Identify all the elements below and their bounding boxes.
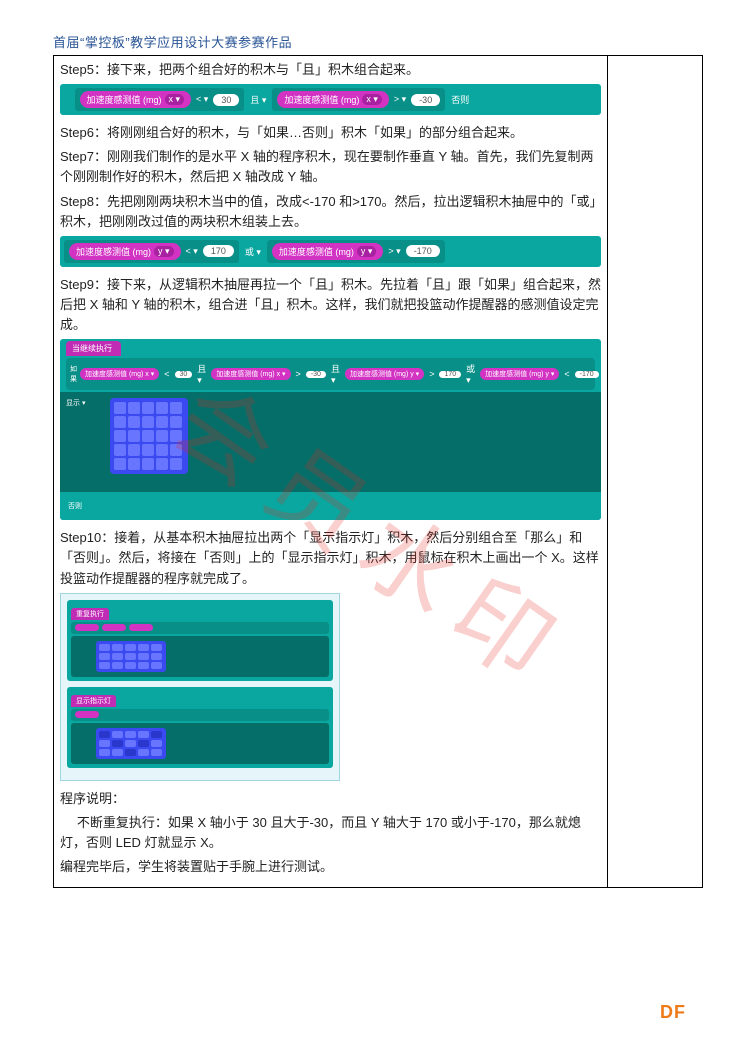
explain-end: 编程完毕后，学生将装置贴于手腕上进行测试。 — [60, 857, 601, 877]
explain-title: 程序说明： — [60, 789, 601, 809]
led-matrix — [110, 398, 188, 474]
loop-header: 当继续执行 — [66, 341, 121, 356]
step5-text: Step5：接下来，把两个组合好的积木与「且」积木组合起来。 — [60, 60, 601, 80]
else-label: 否则 — [449, 93, 471, 106]
val-neg170: -170 — [406, 245, 440, 257]
op-or: 或 ▾ — [243, 245, 263, 258]
step9-text: Step9：接下来，从逻辑积木抽屉再拉一个「且」积木。先拉着「且」跟「如果」组合… — [60, 275, 601, 335]
step6-text: Step6：将刚刚组合好的积木，与「如果…否则」积木「如果」的部分组合起来。 — [60, 123, 601, 143]
explain-body: 不断重复执行：如果 X 轴小于 30 且大于-30，而且 Y 轴大于 170 或… — [60, 813, 601, 853]
code-block-1: 加速度感测值 (mg) x ▾ < ▾ 30 且 ▾ 加速度感测值 (mg) x… — [60, 84, 601, 115]
led-panel-off — [96, 641, 166, 672]
code-block-3: 当继续执行 如果 加速度感测值 (mg) x ▾ < 30 且 ▾ 加速度感测值… — [60, 339, 601, 520]
code-block-4: 重复执行 显示指示灯 — [60, 593, 340, 781]
page-header: 首届“掌控板”教学应用设计大赛参赛作品 — [53, 32, 703, 51]
step7-text: Step7：刚刚我们制作的是水平 X 轴的程序积木，现在要制作垂直 Y 轴。首先… — [60, 147, 601, 187]
led-panel-x — [96, 728, 166, 759]
code-block-2: 加速度感测值 (mg) y ▾ < ▾ 170 或 ▾ 加速度感测值 (mg) … — [60, 236, 601, 267]
else-label: 否则 — [60, 492, 601, 520]
step10-text: Step10：接着，从基本积木抽屉拉出两个「显示指示灯」积木，然后分别组合至「那… — [60, 528, 601, 588]
footer-logo: DF — [660, 1002, 686, 1023]
side-column — [608, 56, 703, 888]
val-neg30: -30 — [411, 94, 440, 106]
val-30: 30 — [213, 94, 239, 106]
op-and: 且 ▾ — [248, 93, 268, 106]
op-lt: < ▾ — [194, 94, 210, 105]
step8-text: Step8：先把刚刚两块积木当中的值，改成<-170 和>170。然后，拉出逻辑… — [60, 192, 601, 232]
main-content: Step5：接下来，把两个组合好的积木与「且」积木组合起来。 加速度感测值 (m… — [54, 56, 608, 888]
then-label: 显示 ▾ — [66, 398, 85, 408]
content-table: Step5：接下来，把两个组合好的积木与「且」积木组合起来。 加速度感测值 (m… — [53, 55, 703, 888]
val-170: 170 — [203, 245, 234, 257]
sensor-pill: 加速度感测值 (mg) x ▾ — [80, 91, 192, 108]
